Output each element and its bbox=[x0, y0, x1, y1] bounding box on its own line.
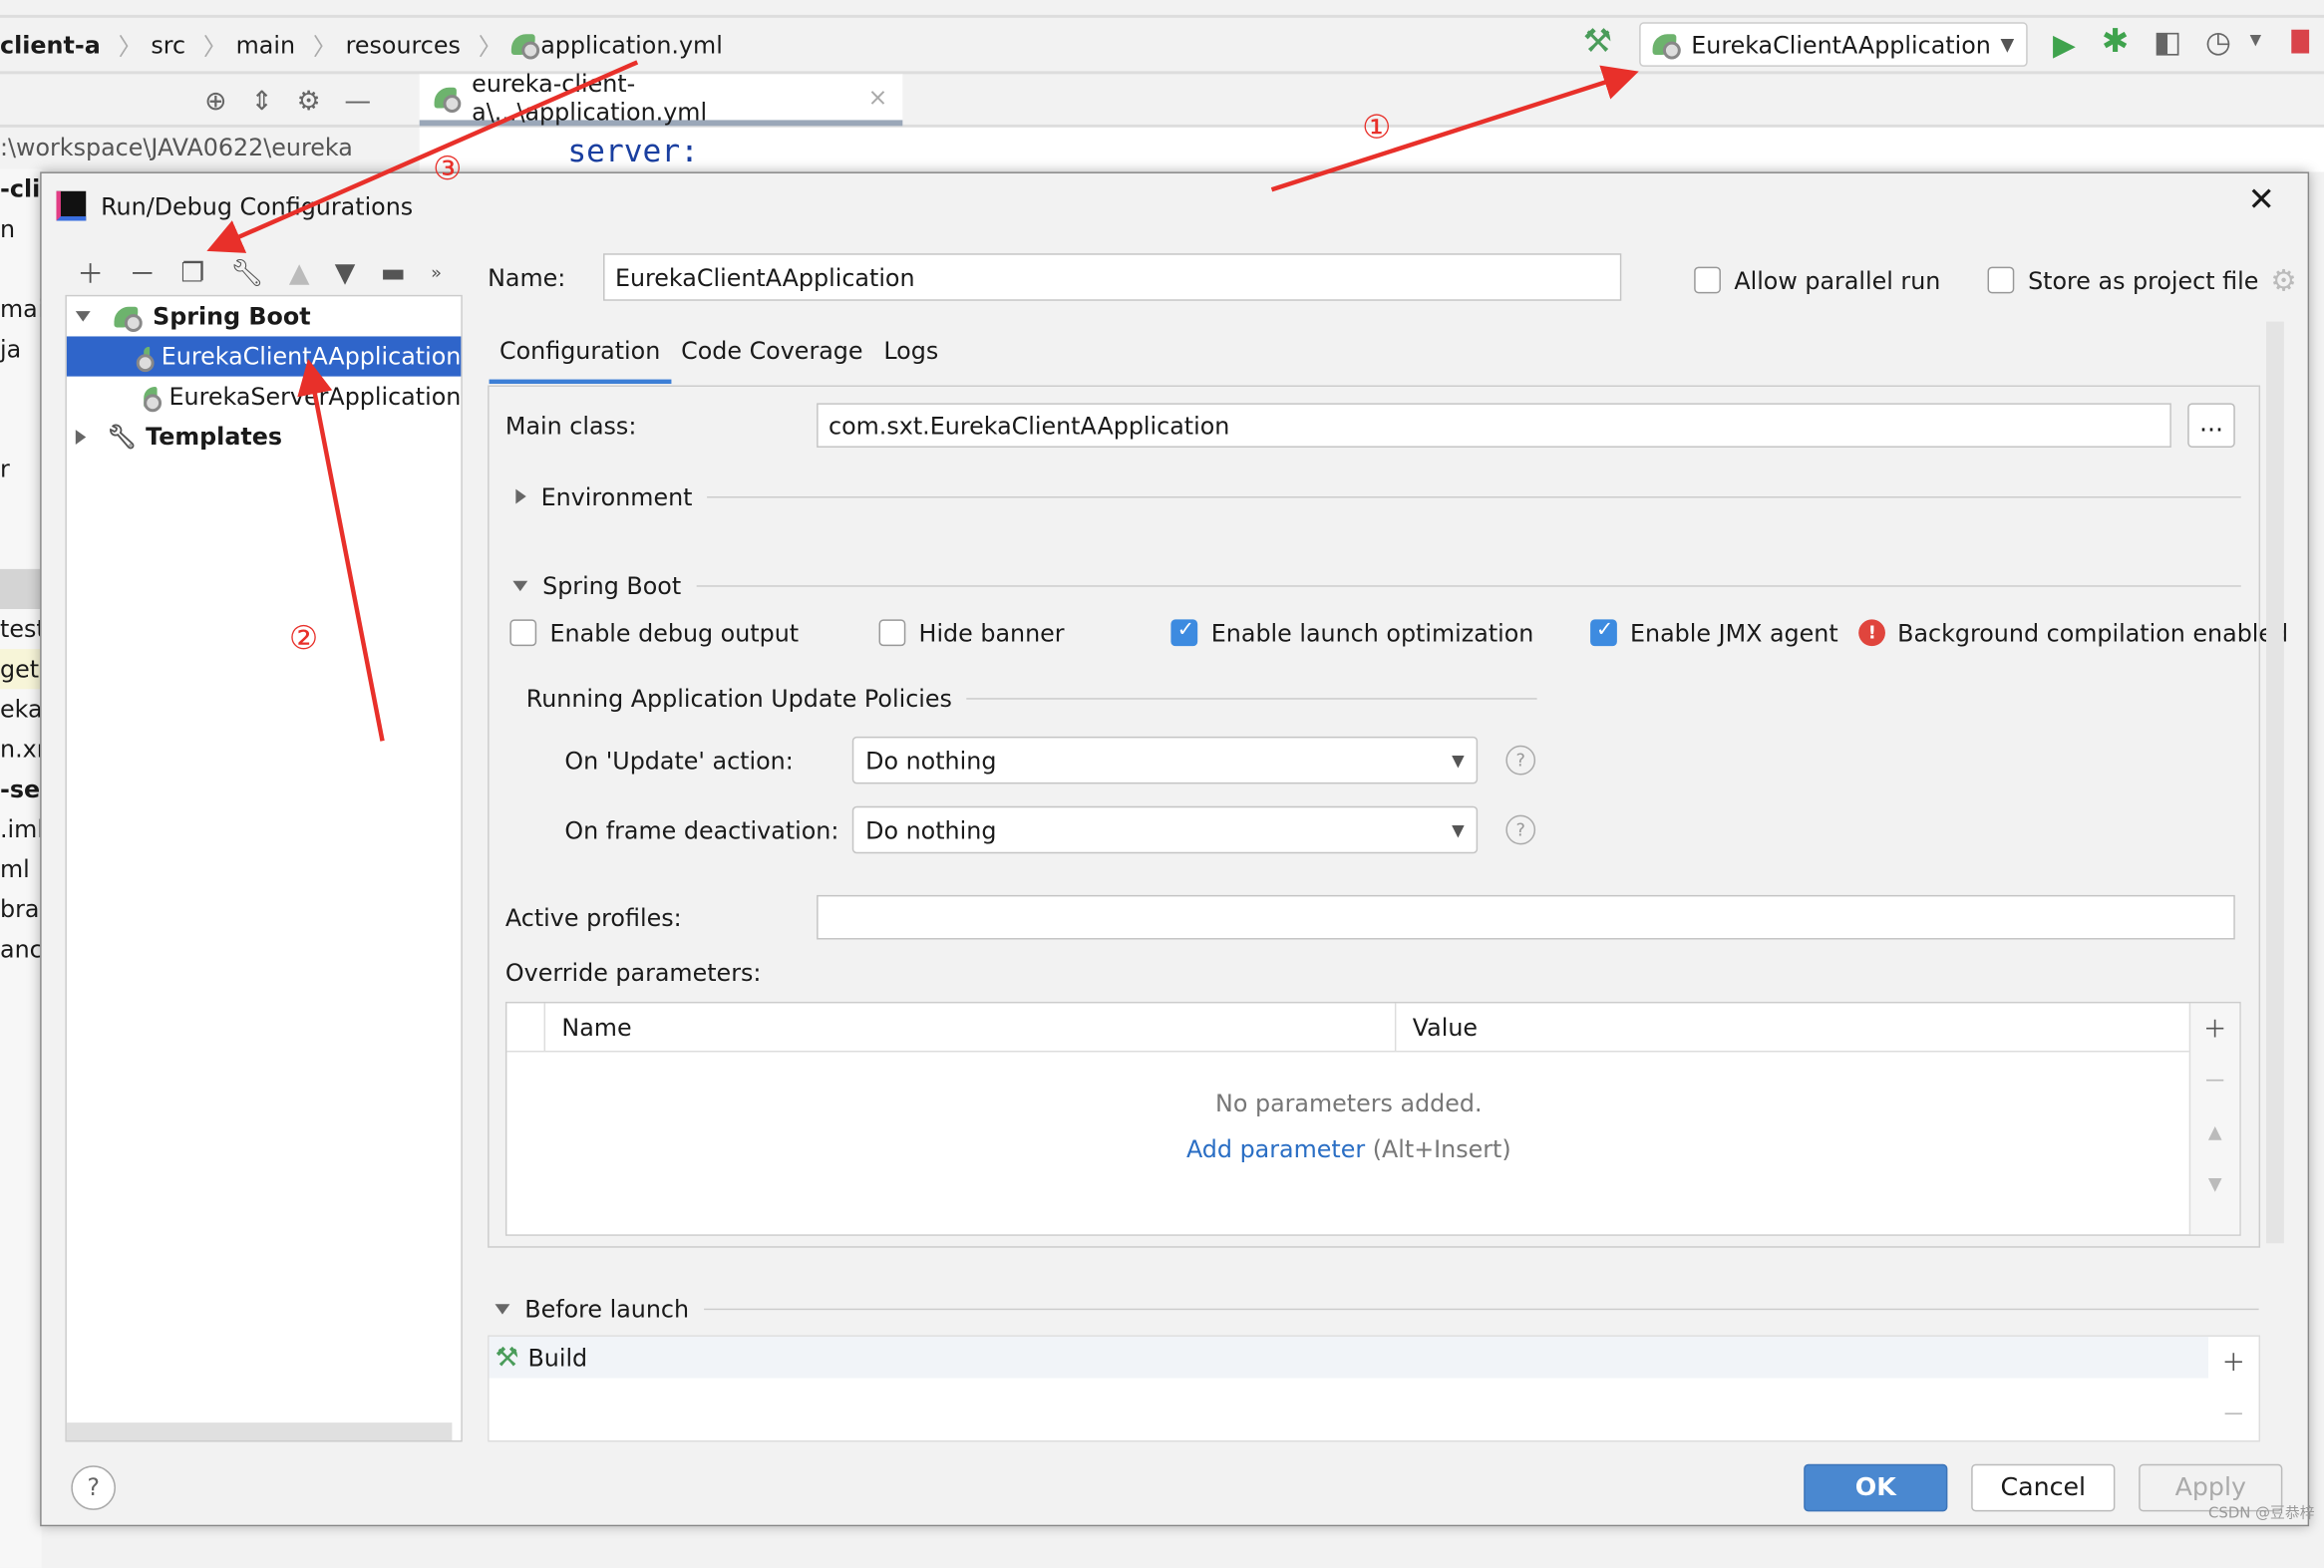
annotation-arrow-3 bbox=[206, 60, 639, 253]
annotation-arrow-1 bbox=[1270, 65, 1639, 192]
annotation-label-3: ③ bbox=[433, 151, 463, 188]
annotation-label-1: ① bbox=[1362, 110, 1392, 148]
annotation-arrow-2 bbox=[297, 358, 385, 742]
watermark: CSDN @豆恭梓 bbox=[2208, 1505, 2315, 1522]
annotation-arrows bbox=[206, 60, 1639, 742]
annotation-label-2: ② bbox=[288, 620, 319, 659]
